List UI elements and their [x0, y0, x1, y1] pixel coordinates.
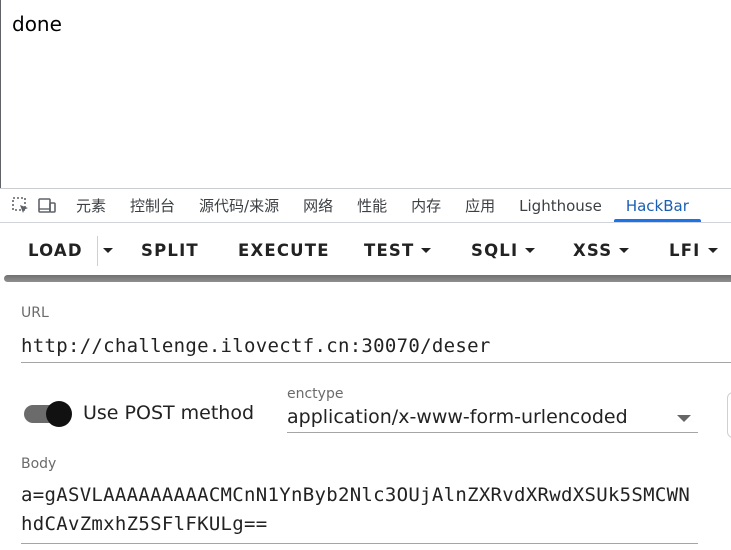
chevron-down-icon [103, 247, 113, 253]
split-button[interactable]: SPLIT [141, 232, 199, 268]
devtools-tab-bar: 元素 控制台 源代码/来源 网络 性能 内存 应用 Lighthouse Hac… [0, 188, 731, 223]
load-button[interactable]: LOAD [28, 232, 83, 268]
lfi-menu-button[interactable]: LFI [669, 232, 718, 268]
tab-lighthouse[interactable]: Lighthouse [507, 189, 614, 222]
tab-console[interactable]: 控制台 [118, 189, 187, 222]
load-menu-button[interactable] [103, 232, 113, 268]
chevron-down-icon [619, 247, 630, 253]
tab-hackbar[interactable]: HackBar [613, 189, 701, 222]
sqli-menu-button[interactable]: SQLI [471, 232, 536, 268]
chevron-down-icon [421, 247, 432, 253]
toggle-thumb [46, 401, 72, 427]
tab-memory[interactable]: 内存 [399, 189, 453, 222]
body-label: Body [21, 456, 57, 472]
dropdown-arrow-icon [677, 415, 691, 422]
page-viewport: done [0, 0, 731, 188]
lfi-menu-label: LFI [669, 240, 701, 260]
url-input[interactable] [21, 330, 731, 363]
tab-performance[interactable]: 性能 [345, 189, 399, 222]
enctype-select[interactable]: application/x-www-form-urlencoded [287, 404, 698, 433]
xss-menu-button[interactable]: XSS [573, 232, 630, 268]
post-method-label: Use POST method [83, 402, 255, 424]
execute-button[interactable]: EXECUTE [238, 232, 330, 268]
side-panel-edge[interactable] [727, 392, 731, 438]
test-menu-button[interactable]: TEST [364, 232, 432, 268]
post-method-toggle[interactable] [24, 401, 72, 427]
xss-menu-label: XSS [573, 240, 613, 260]
sqli-menu-label: SQLI [471, 240, 519, 260]
device-toolbar-icon[interactable] [36, 195, 58, 217]
test-menu-label: TEST [364, 240, 415, 260]
enctype-value: application/x-www-form-urlencoded [287, 406, 628, 428]
toolbar-separator [4, 275, 731, 282]
page-output-text: done [12, 12, 62, 36]
chevron-down-icon [707, 247, 718, 253]
tab-elements[interactable]: 元素 [64, 189, 118, 222]
inspect-element-icon[interactable] [10, 195, 32, 217]
chevron-down-icon [525, 247, 536, 253]
enctype-label: enctype [287, 386, 344, 402]
tab-application[interactable]: 应用 [453, 189, 507, 222]
tab-network[interactable]: 网络 [291, 189, 345, 222]
toolbar-divider [97, 236, 98, 266]
tab-sources[interactable]: 源代码/来源 [187, 189, 291, 222]
url-label: URL [21, 305, 49, 321]
hackbar-toolbar: LOAD SPLIT EXECUTE TEST SQLI XSS LFI [0, 223, 731, 278]
body-textarea[interactable]: a=gASVLAAAAAAAAACMCnN1YnByb2Nlc3OUjAlnZX… [21, 481, 698, 544]
